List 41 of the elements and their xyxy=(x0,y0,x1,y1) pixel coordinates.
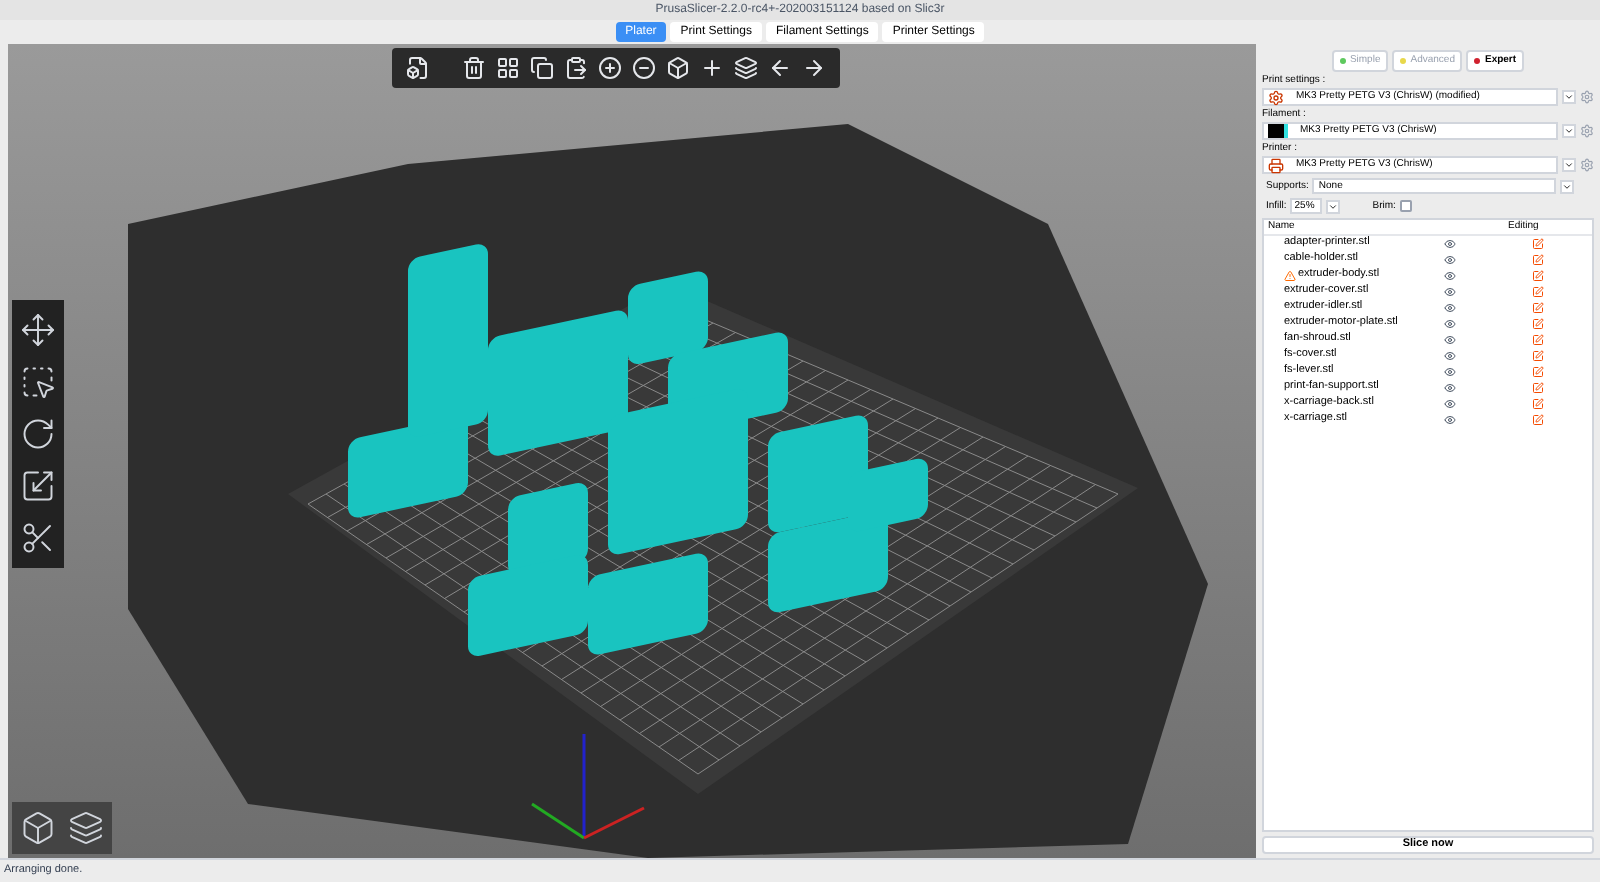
edit-icon[interactable] xyxy=(1532,334,1544,346)
edit-icon[interactable] xyxy=(1532,414,1544,426)
edit-icon[interactable] xyxy=(1532,398,1544,410)
eye-icon[interactable] xyxy=(1444,382,1456,394)
undo-icon[interactable] xyxy=(766,54,794,82)
edit-icon[interactable] xyxy=(1532,286,1544,298)
eye-icon[interactable] xyxy=(1444,238,1456,250)
layers-icon[interactable] xyxy=(732,54,760,82)
edit-icon[interactable] xyxy=(1532,382,1544,394)
eye-icon[interactable] xyxy=(1444,398,1456,410)
arrange-icon[interactable] xyxy=(494,54,522,82)
paste-icon[interactable] xyxy=(562,54,590,82)
eye-icon[interactable] xyxy=(1444,270,1456,282)
edit-icon[interactable] xyxy=(1532,366,1544,378)
edit-icon[interactable] xyxy=(1532,270,1544,282)
eye-icon[interactable] xyxy=(1444,302,1456,314)
add-icon[interactable] xyxy=(404,54,432,82)
eye-icon[interactable] xyxy=(1444,414,1456,426)
redo-icon[interactable] xyxy=(800,54,828,82)
eye-icon[interactable] xyxy=(1444,366,1456,378)
eye-icon[interactable] xyxy=(1444,254,1456,266)
edit-icon[interactable] xyxy=(1532,318,1544,330)
edit-icon[interactable] xyxy=(1532,254,1544,266)
edit-icon[interactable] xyxy=(1532,302,1544,314)
copy-icon[interactable] xyxy=(528,54,556,82)
printer-icon xyxy=(1268,157,1284,173)
gear-icon xyxy=(1268,89,1284,105)
add-instance-icon[interactable] xyxy=(596,54,624,82)
brim-checkbox[interactable] xyxy=(1399,200,1412,212)
preview-layers-icon[interactable] xyxy=(64,806,108,850)
warning-icon xyxy=(1284,270,1296,282)
move-icon[interactable] xyxy=(16,308,60,352)
eye-icon[interactable] xyxy=(1444,334,1456,346)
remove-instance-icon[interactable] xyxy=(630,54,658,82)
delete-icon[interactable] xyxy=(460,54,488,82)
edit-icon[interactable] xyxy=(1532,350,1544,362)
eye-icon[interactable] xyxy=(1444,350,1456,362)
edit-icon[interactable] xyxy=(1532,238,1544,250)
eye-icon[interactable] xyxy=(1444,286,1456,298)
eye-icon[interactable] xyxy=(1444,318,1456,330)
filament-swatch-icon xyxy=(1268,124,1288,138)
